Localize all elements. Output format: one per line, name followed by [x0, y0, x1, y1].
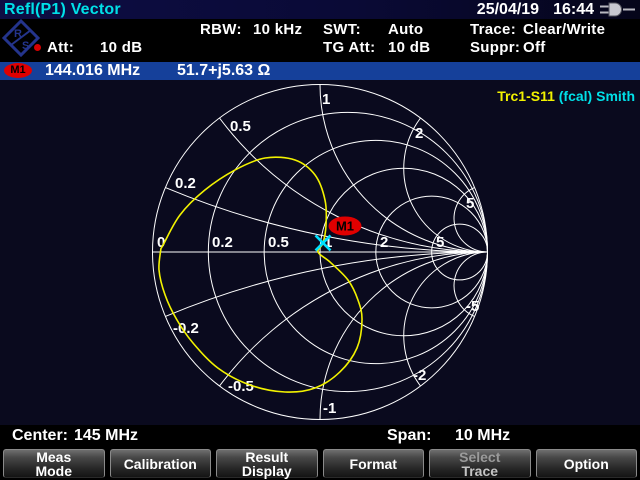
center-freq-label: Center:	[12, 427, 68, 445]
trace-mode-label: Trace:	[470, 21, 516, 38]
rbw-label: RBW:	[200, 21, 242, 38]
softkey-meas-mode[interactable]: MeasMode	[3, 449, 105, 478]
time-text: 16:44	[553, 1, 594, 19]
svg-text:S: S	[22, 40, 29, 52]
rohde-schwarz-logo: R S	[1, 18, 41, 58]
svg-text:R: R	[14, 28, 22, 40]
rbw-value: 10 kHz	[253, 21, 302, 38]
smith-chart-background	[0, 80, 640, 425]
marker-frequency: 144.016 MHz	[45, 62, 140, 80]
trace-legend-name: Trc1-S11	[497, 88, 555, 104]
title-bar: Refl(P1) Vector 25/04/19 16:44	[0, 0, 640, 19]
ac-power-icon	[599, 2, 637, 17]
datetime: 25/04/19 16:44	[477, 1, 594, 19]
tg-att-value: 10 dB	[388, 39, 430, 56]
att-value: 10 dB	[100, 39, 142, 56]
trace-mode-value: Clear/Write	[523, 21, 605, 38]
suppr-value: Off	[523, 39, 546, 56]
freq-readout-row: Center: 145 MHz Span: 10 MHz	[0, 427, 640, 445]
softkey-option[interactable]: Option	[536, 449, 638, 478]
marker-m1-badge: M1	[4, 63, 32, 78]
date-text: 25/04/19	[477, 1, 539, 19]
softkey-select-trace[interactable]: SelectTrace	[429, 449, 531, 478]
center-freq-value: 145 MHz	[74, 427, 138, 445]
marker-readout-bar: M1 144.016 MHz 51.7+j5.63 Ω	[0, 62, 640, 80]
marker-impedance: 51.7+j5.63 Ω	[177, 62, 270, 80]
softkey-calibration[interactable]: Calibration	[110, 449, 212, 478]
analyzer-screen: Refl(P1) Vector 25/04/19 16:44 R S RBW: …	[0, 0, 640, 480]
swt-label: SWT:	[323, 21, 361, 38]
att-indicator-dot	[34, 44, 41, 51]
span-label: Span:	[387, 427, 431, 445]
att-label: Att:	[47, 39, 74, 56]
softkey-result-display[interactable]: ResultDisplay	[216, 449, 318, 478]
suppr-label: Suppr:	[470, 39, 520, 56]
page-title: Refl(P1) Vector	[4, 1, 121, 19]
softkey-format[interactable]: Format	[323, 449, 425, 478]
trace-legend: Trc1-S11 (fcal) Smith	[497, 88, 635, 104]
span-value: 10 MHz	[455, 427, 510, 445]
tg-att-label: TG Att:	[323, 39, 375, 56]
trace-legend-suffix: (fcal) Smith	[555, 88, 635, 104]
swt-value: Auto	[388, 21, 423, 38]
softkey-bar: MeasMode Calibration ResultDisplay Forma…	[0, 446, 640, 480]
